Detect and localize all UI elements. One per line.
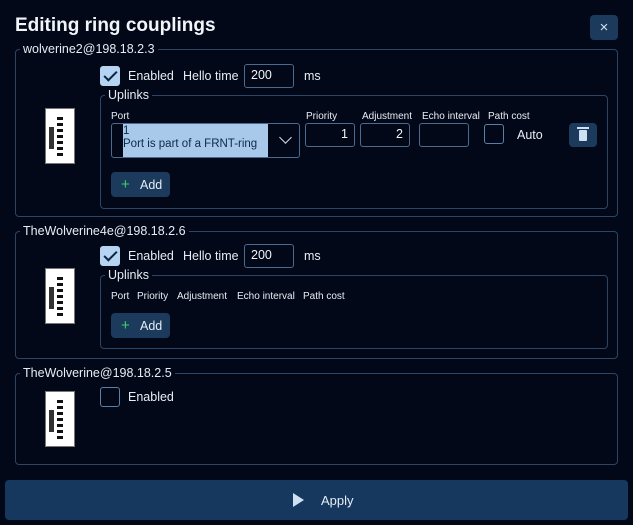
enabled-checkbox[interactable] xyxy=(100,66,120,86)
port-number: 1 xyxy=(123,125,130,137)
col-adjustment: Adjustment xyxy=(362,111,413,122)
port-select-value: 1 Port is part of a FRNT-ring xyxy=(123,124,268,157)
hello-time-label: Hello time xyxy=(183,249,239,263)
device-name: TheWolverine@198.18.2.5 xyxy=(23,366,172,380)
device-image xyxy=(45,268,75,324)
col-priority: Priority xyxy=(137,291,169,302)
hello-time-unit: ms xyxy=(304,249,321,263)
enabled-checkbox[interactable] xyxy=(100,246,120,266)
add-uplink-button[interactable]: + Add xyxy=(111,172,170,197)
hello-time-label: Hello time xyxy=(183,69,239,83)
device-panel-thewolverine: TheWolverine@198.18.2.5 xyxy=(15,366,618,465)
uplinks-label: Uplinks xyxy=(108,268,149,282)
dialog-title: Editing ring couplings xyxy=(15,15,216,36)
col-path-cost: Path cost xyxy=(303,291,345,302)
add-uplink-button[interactable]: + Add xyxy=(111,313,170,338)
apply-button[interactable]: Apply xyxy=(5,480,628,520)
play-icon xyxy=(293,493,304,507)
col-echo-interval: Echo interval xyxy=(422,111,480,122)
priority-input[interactable]: 1 xyxy=(305,123,355,147)
apply-label: Apply xyxy=(321,493,354,508)
col-path-cost: Path cost xyxy=(488,111,530,122)
col-port: Port xyxy=(111,291,130,302)
close-icon: × xyxy=(599,19,609,36)
hello-time-unit: ms xyxy=(304,69,321,83)
col-priority: Priority xyxy=(306,111,338,122)
enabled-label: Enabled xyxy=(128,390,174,404)
uplinks-label: Uplinks xyxy=(108,88,149,102)
trash-icon xyxy=(577,127,589,141)
adjustment-input[interactable]: 2 xyxy=(360,123,410,147)
port-description: Port is part of a FRNT-ring xyxy=(123,138,258,150)
device-image xyxy=(45,391,75,447)
close-button[interactable]: × xyxy=(590,15,618,40)
device-name: TheWolverine4e@198.18.2.6 xyxy=(23,224,186,238)
col-port: Port xyxy=(111,111,130,122)
plus-icon: + xyxy=(121,317,130,334)
device-name: wolverine2@198.18.2.3 xyxy=(23,42,155,56)
echo-interval-input[interactable] xyxy=(419,123,469,147)
chevron-down-icon xyxy=(279,131,292,144)
device-image xyxy=(45,108,75,164)
col-echo-interval: Echo interval xyxy=(237,291,295,302)
hello-time-input[interactable]: 200 xyxy=(244,244,294,268)
col-adjustment: Adjustment xyxy=(177,291,228,302)
plus-icon: + xyxy=(121,176,130,193)
delete-uplink-button[interactable] xyxy=(569,123,597,147)
enabled-checkbox[interactable] xyxy=(100,387,120,407)
add-label: Add xyxy=(140,178,163,192)
path-cost-auto-checkbox[interactable] xyxy=(484,124,504,144)
add-label: Add xyxy=(140,319,163,333)
uplinks-group: Uplinks xyxy=(100,268,608,349)
auto-label: Auto xyxy=(517,128,543,142)
port-select[interactable]: 1 Port is part of a FRNT-ring xyxy=(111,123,300,158)
hello-time-input[interactable]: 200 xyxy=(244,64,294,88)
enabled-label: Enabled xyxy=(128,249,174,263)
enabled-label: Enabled xyxy=(128,69,174,83)
